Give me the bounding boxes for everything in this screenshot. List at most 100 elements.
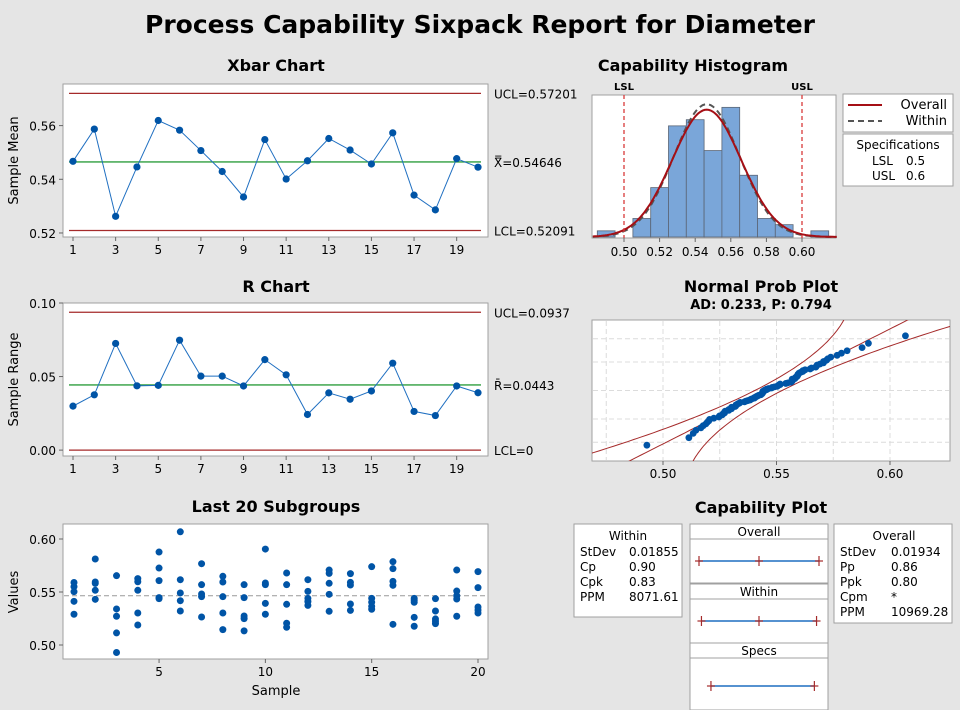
data-point bbox=[367, 160, 376, 168]
stat-name: PPM bbox=[580, 590, 605, 604]
stat-name: Ppk bbox=[840, 575, 862, 589]
y-tick-label: 0.00 bbox=[29, 444, 56, 458]
data-point bbox=[133, 163, 141, 171]
x-tick-label: 0.52 bbox=[646, 245, 673, 259]
histogram-bar bbox=[739, 174, 758, 238]
data-point bbox=[176, 576, 184, 584]
r-chart: R Chart0.000.050.101 3 5 7 9 11 13 15 17 19Sample… bbox=[7, 277, 570, 476]
data-point bbox=[134, 609, 142, 617]
data-point bbox=[218, 167, 226, 176]
y-tick-label: 0.56 bbox=[29, 120, 56, 134]
sixpack-report: Process Capability Sixpack Report for Di… bbox=[7, 10, 954, 710]
data-point bbox=[410, 622, 418, 630]
interval-label: Specs bbox=[741, 644, 776, 658]
data-point bbox=[176, 597, 184, 605]
y-tick-label: 0.50 bbox=[29, 639, 56, 653]
data-point bbox=[453, 612, 461, 620]
capability-plot-title: Capability Plot bbox=[695, 498, 828, 517]
histogram-bar bbox=[703, 150, 723, 238]
data-point bbox=[389, 581, 397, 589]
data-point bbox=[90, 125, 98, 133]
within-stats-title: Within bbox=[609, 529, 647, 543]
data-point bbox=[176, 589, 184, 597]
stat-value: 0.80 bbox=[891, 575, 918, 589]
histogram-bar bbox=[650, 187, 669, 238]
x-tick-label: 5 bbox=[154, 462, 162, 476]
data-point bbox=[134, 621, 142, 629]
stat-value: 0.90 bbox=[629, 560, 656, 574]
stat-name: Cpk bbox=[580, 575, 603, 589]
x-tick-label: 19 bbox=[449, 243, 464, 257]
stat-name: Cp bbox=[580, 560, 596, 574]
data-point bbox=[410, 598, 418, 606]
rchart-plot-area bbox=[62, 302, 489, 457]
data-point bbox=[113, 649, 121, 657]
data-point bbox=[112, 339, 120, 348]
spec-name: LSL bbox=[872, 154, 893, 168]
data-point bbox=[304, 576, 312, 584]
data-point bbox=[325, 579, 333, 587]
x-tick-label: 0.50 bbox=[611, 245, 638, 259]
x-tick-label: 15 bbox=[364, 243, 379, 257]
data-point bbox=[431, 607, 439, 615]
x-axis-label: Sample bbox=[252, 684, 301, 699]
data-point bbox=[69, 402, 77, 410]
subgroups-plot-area bbox=[62, 523, 489, 660]
data-point bbox=[474, 568, 482, 576]
y-tick-label: 0.52 bbox=[29, 227, 56, 241]
data-point bbox=[240, 594, 248, 602]
data-point bbox=[410, 191, 418, 199]
data-point bbox=[176, 607, 184, 615]
data-point bbox=[261, 545, 269, 553]
x-tick-label: 15 bbox=[364, 462, 379, 476]
data-point bbox=[325, 134, 333, 143]
data-point bbox=[218, 372, 226, 380]
xbar-chart: Xbar Chart0.520.540.561 3 5 7 9 11 13 15 17 19Sam… bbox=[7, 56, 578, 257]
data-point bbox=[91, 595, 99, 603]
lsl-label: LSL bbox=[614, 82, 635, 93]
data-point bbox=[325, 590, 333, 598]
data-point bbox=[389, 558, 397, 566]
histogram-bar bbox=[668, 125, 687, 238]
data-point bbox=[368, 563, 376, 571]
x-tick-label: 19 bbox=[449, 462, 464, 476]
x-tick-label: 0.54 bbox=[682, 245, 709, 259]
interval-label: Within bbox=[740, 585, 778, 599]
stat-name: Pp bbox=[840, 560, 855, 574]
data-point bbox=[113, 572, 121, 580]
spec-name: USL bbox=[872, 169, 895, 183]
data-point bbox=[155, 577, 163, 585]
data-point bbox=[113, 629, 121, 637]
histogram-bar bbox=[685, 119, 705, 238]
normprob-subtitle: AD: 0.233, P: 0.794 bbox=[690, 298, 832, 313]
data-point bbox=[283, 581, 291, 589]
data-point bbox=[261, 135, 269, 144]
x-tick-label: 17 bbox=[406, 243, 421, 257]
x-tick-label: 13 bbox=[321, 462, 336, 476]
data-point bbox=[219, 578, 227, 586]
x-tick-label: 17 bbox=[406, 462, 421, 476]
data-point bbox=[240, 627, 248, 635]
normprob-title: Normal Prob Plot bbox=[684, 277, 839, 296]
data-point bbox=[155, 564, 163, 572]
data-point bbox=[113, 612, 121, 620]
data-point bbox=[197, 372, 205, 380]
stat-name: StDev bbox=[840, 545, 876, 559]
y-tick-label: 0.55 bbox=[29, 586, 56, 600]
xbar-plot-area bbox=[62, 83, 489, 238]
histogram-title: Capability Histogram bbox=[598, 56, 788, 75]
x-tick-label: 13 bbox=[321, 243, 336, 257]
data-point bbox=[154, 381, 162, 389]
stat-name: Cpm bbox=[840, 590, 868, 604]
stat-value: 0.01855 bbox=[629, 545, 679, 559]
capability-histogram: Capability Histogram 0.50 0.52 0.54 0.56 0.58… bbox=[591, 56, 954, 259]
legend-within-label: Within bbox=[906, 114, 947, 129]
data-point bbox=[90, 391, 98, 399]
data-point bbox=[368, 605, 376, 613]
ucl-label: UCL=0.57201 bbox=[494, 87, 578, 101]
data-point bbox=[219, 593, 227, 601]
data-point bbox=[282, 175, 290, 183]
stat-name: PPM bbox=[840, 605, 865, 619]
data-point bbox=[304, 587, 312, 595]
data-point bbox=[91, 579, 99, 587]
